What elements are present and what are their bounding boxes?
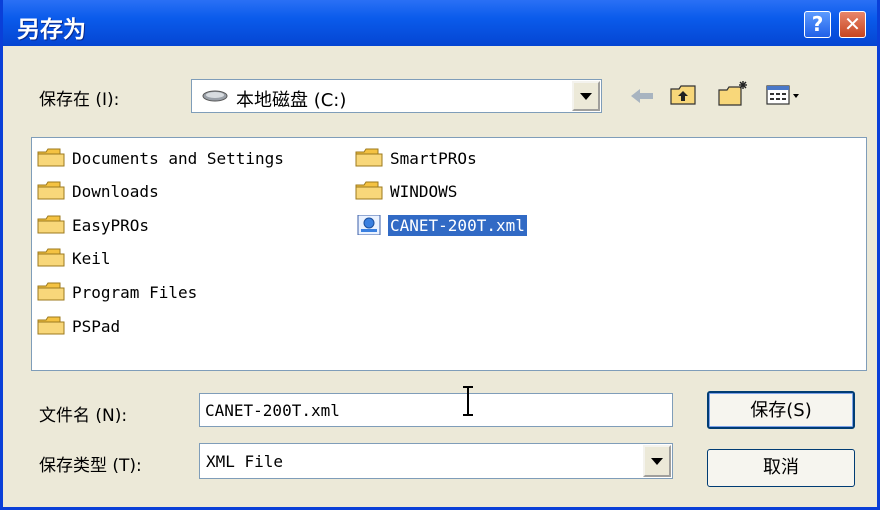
chevron-down-icon bbox=[580, 92, 592, 100]
file-name: Downloads bbox=[72, 181, 159, 201]
filename-label: 文件名 (N): bbox=[39, 406, 128, 426]
file-item[interactable]: Documents and Settings bbox=[36, 146, 286, 170]
folder-icon bbox=[37, 282, 65, 301]
folder-icon bbox=[37, 181, 65, 200]
folder-icon bbox=[355, 181, 383, 200]
chevron-down-icon bbox=[651, 457, 663, 465]
file-list[interactable]: Documents and Settings Downloads EasyPRO… bbox=[31, 137, 867, 371]
file-item[interactable]: Program Files bbox=[36, 280, 199, 304]
folder-icon bbox=[37, 148, 65, 167]
window-title: 另存为 bbox=[17, 17, 86, 43]
file-name: CANET-200T.xml bbox=[388, 214, 527, 236]
save-in-dropdown-button[interactable] bbox=[572, 81, 600, 111]
hard-drive-icon bbox=[202, 90, 228, 102]
file-name: EasyPROs bbox=[72, 215, 150, 235]
folder-icon bbox=[37, 248, 65, 267]
close-button[interactable]: ✕ bbox=[839, 11, 866, 38]
cancel-button[interactable]: 取消 bbox=[707, 449, 855, 487]
file-item[interactable]: PSPad bbox=[36, 314, 122, 338]
file-item[interactable]: WINDOWS bbox=[354, 179, 459, 203]
file-name: WINDOWS bbox=[390, 181, 458, 201]
save-in-combo[interactable]: 本地磁盘 (C:) bbox=[191, 79, 602, 113]
file-item[interactable]: Keil bbox=[36, 246, 113, 270]
filename-input[interactable] bbox=[199, 393, 673, 427]
folder-icon bbox=[355, 148, 383, 167]
file-name: PSPad bbox=[72, 316, 121, 336]
view-menu-icon[interactable] bbox=[765, 84, 801, 108]
filetype-value: XML File bbox=[206, 452, 284, 471]
help-button[interactable]: ? bbox=[804, 11, 831, 38]
file-name: Keil bbox=[72, 248, 111, 268]
title-bar[interactable]: 另存为 ? ✕ bbox=[3, 0, 877, 46]
up-folder-icon[interactable] bbox=[669, 83, 697, 107]
file-name: SmartPROs bbox=[390, 148, 477, 168]
text-cursor-icon bbox=[463, 386, 473, 416]
back-icon[interactable] bbox=[629, 86, 655, 106]
xml-file-icon bbox=[357, 215, 381, 235]
file-item[interactable]: SmartPROs bbox=[354, 146, 479, 170]
new-folder-icon[interactable] bbox=[717, 80, 749, 108]
folder-icon bbox=[37, 215, 65, 234]
file-item[interactable]: Downloads bbox=[36, 179, 161, 203]
save-button[interactable]: 保存(S) bbox=[707, 391, 855, 429]
file-name: Documents and Settings bbox=[72, 148, 284, 168]
file-item-selected[interactable]: CANET-200T.xml bbox=[354, 213, 527, 237]
file-item[interactable]: EasyPROs bbox=[36, 213, 151, 237]
save-in-label: 保存在 (I): bbox=[39, 90, 120, 110]
filetype-select[interactable]: XML File bbox=[199, 443, 673, 479]
filetype-dropdown-button[interactable] bbox=[643, 445, 671, 477]
folder-icon bbox=[37, 316, 65, 335]
save-in-value: 本地磁盘 (C:) bbox=[236, 90, 347, 111]
save-as-dialog: 另存为 ? ✕ 保存在 (I): 本地磁盘 (C:) Documents and… bbox=[0, 0, 880, 510]
filetype-label: 保存类型 (T): bbox=[39, 456, 142, 476]
file-name: Program Files bbox=[72, 282, 198, 302]
